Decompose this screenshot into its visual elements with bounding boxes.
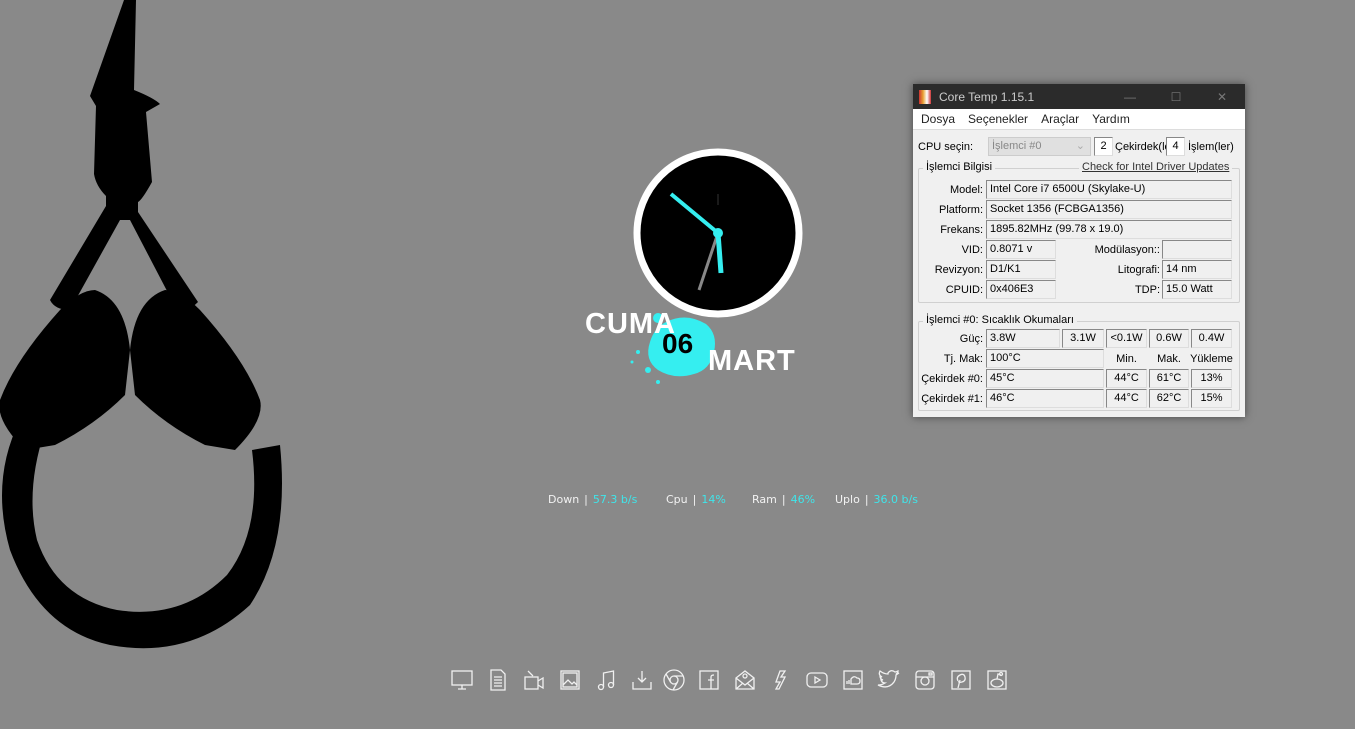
- day-number: 06: [662, 328, 694, 359]
- core0-label: Çekirdek #0:: [921, 373, 983, 385]
- instagram-icon[interactable]: [913, 668, 937, 692]
- reddit-icon[interactable]: [985, 668, 1009, 692]
- revision-label: Revizyon:: [934, 264, 983, 276]
- revision-value: D1/K1: [986, 260, 1056, 279]
- core0-load: 13%: [1191, 369, 1232, 388]
- power-value: <0.1W: [1106, 329, 1147, 348]
- stat-ram: Ram | 46%: [752, 493, 815, 506]
- stat-label: Ram: [752, 493, 777, 506]
- core1-load: 15%: [1191, 389, 1232, 408]
- stat-sep: |: [864, 493, 869, 506]
- frequency-value: 1895.82MHz (99.78 x 19.0): [986, 220, 1232, 239]
- threads-count: 4: [1166, 137, 1185, 156]
- processor-info-title: İşlemci Bilgisi: [923, 161, 996, 173]
- stat-value: 57.3 b/s: [592, 493, 638, 506]
- stat-label: Down: [548, 493, 580, 506]
- monitor-icon[interactable]: [450, 668, 474, 692]
- power-label: Güç:: [959, 333, 983, 345]
- cores-label: Çekirdek(le: [1115, 141, 1167, 153]
- min-header: Min.: [1116, 353, 1137, 365]
- max-header: Mak.: [1157, 353, 1181, 365]
- chevron-down-icon: ⌄: [1075, 140, 1085, 152]
- core0-min: 44°C: [1106, 369, 1147, 388]
- cpuid-value: 0x406E3: [986, 280, 1056, 299]
- stat-value: 36.0 b/s: [873, 493, 918, 506]
- analog-clock: [633, 148, 803, 318]
- stat-sep: |: [781, 493, 786, 506]
- chrome-icon[interactable]: [662, 668, 686, 692]
- stat-down: Down | 57.3 b/s: [548, 493, 637, 506]
- mail-icon[interactable]: [733, 668, 757, 692]
- cpuid-label: CPUID:: [945, 284, 983, 296]
- model-value: Intel Core i7 6500U (Skylake-U): [986, 180, 1232, 199]
- cpu-select[interactable]: İşlemci #0 ⌄: [988, 137, 1091, 156]
- video-icon[interactable]: [522, 668, 546, 692]
- tdp-label: TDP:: [1134, 284, 1160, 296]
- power-value: 0.4W: [1191, 329, 1232, 348]
- menu-araclar[interactable]: Araçlar: [1041, 112, 1079, 126]
- stat-upload: Uplo | 36.0 b/s: [835, 493, 918, 506]
- noose-silhouette: [0, 0, 282, 649]
- stat-value: 46%: [790, 493, 816, 506]
- menu-bar: Dosya Seçenekler Araçlar Yardım: [913, 109, 1245, 130]
- window-title: Core Temp 1.15.1: [939, 89, 1035, 104]
- lithography-value: 14 nm: [1162, 260, 1232, 279]
- soundcloud-icon[interactable]: [841, 668, 865, 692]
- app-icon: [919, 89, 931, 104]
- core1-temp: 46°C: [986, 389, 1104, 408]
- hour-hand: [715, 232, 724, 274]
- menu-yardim[interactable]: Yardım: [1092, 112, 1130, 126]
- core1-min: 44°C: [1106, 389, 1147, 408]
- youtube-icon[interactable]: [805, 668, 829, 692]
- platform-label: Platform:: [938, 204, 983, 216]
- facebook-icon[interactable]: [697, 668, 721, 692]
- vid-value: 0.8071 v: [986, 240, 1056, 259]
- platform-value: Socket 1356 (FCBGA1356): [986, 200, 1232, 219]
- tjmax-label: Tj. Mak:: [943, 353, 983, 365]
- core1-label: Çekirdek #1:: [921, 393, 983, 405]
- power-value: 3.1W: [1062, 329, 1104, 348]
- threads-label: İşlem(ler): [1188, 141, 1234, 153]
- twitter-icon[interactable]: [877, 668, 901, 692]
- menu-secenekler[interactable]: Seçenekler: [968, 112, 1028, 126]
- power-value: 0.6W: [1149, 329, 1189, 348]
- modulation-label: Modülasyon::: [1094, 244, 1160, 256]
- title-bar[interactable]: Core Temp 1.15.1 — ☐ ✕: [913, 84, 1245, 109]
- maximize-button[interactable]: ☐: [1153, 90, 1199, 104]
- power-value: 3.8W: [986, 329, 1060, 348]
- cpu-select-label: CPU seçin:: [918, 141, 974, 153]
- close-button[interactable]: ✕: [1199, 90, 1245, 104]
- frequency-label: Frekans:: [940, 224, 983, 236]
- document-icon[interactable]: [486, 668, 510, 692]
- stat-label: Cpu: [666, 493, 688, 506]
- load-header: Yükleme: [1190, 353, 1233, 365]
- month-name: MART: [708, 345, 796, 377]
- driver-updates-link[interactable]: Check for Intel Driver Updates: [1079, 161, 1233, 173]
- modulation-value: [1162, 240, 1232, 259]
- core-temp-window: Core Temp 1.15.1 — ☐ ✕ Dosya Seçenekler …: [913, 84, 1245, 417]
- tjmax-value: 100°C: [986, 349, 1104, 368]
- stat-sep: |: [584, 493, 588, 506]
- menu-dosya[interactable]: Dosya: [921, 112, 955, 126]
- tdp-value: 15.0 Watt: [1162, 280, 1232, 299]
- temperature-title: İşlemci #0: Sıcaklık Okumaları: [923, 314, 1077, 326]
- cpu-select-value: İşlemci #0: [992, 140, 1042, 152]
- download-icon[interactable]: [630, 668, 654, 692]
- core0-max: 61°C: [1149, 369, 1189, 388]
- lithography-label: Litografi:: [1117, 264, 1160, 276]
- stat-sep: |: [692, 493, 697, 506]
- cores-count: 2: [1094, 137, 1113, 156]
- minimize-button[interactable]: —: [1107, 90, 1153, 104]
- image-icon[interactable]: [558, 668, 582, 692]
- vid-label: VID:: [961, 244, 983, 256]
- stat-label: Uplo: [835, 493, 860, 506]
- stat-value: 14%: [701, 493, 726, 506]
- core0-temp: 45°C: [986, 369, 1104, 388]
- pinterest-icon[interactable]: [949, 668, 973, 692]
- deviantart-icon[interactable]: [769, 668, 793, 692]
- music-icon[interactable]: [594, 668, 618, 692]
- core1-max: 62°C: [1149, 389, 1189, 408]
- model-label: Model:: [949, 184, 983, 196]
- stat-cpu: Cpu | 14%: [666, 493, 726, 506]
